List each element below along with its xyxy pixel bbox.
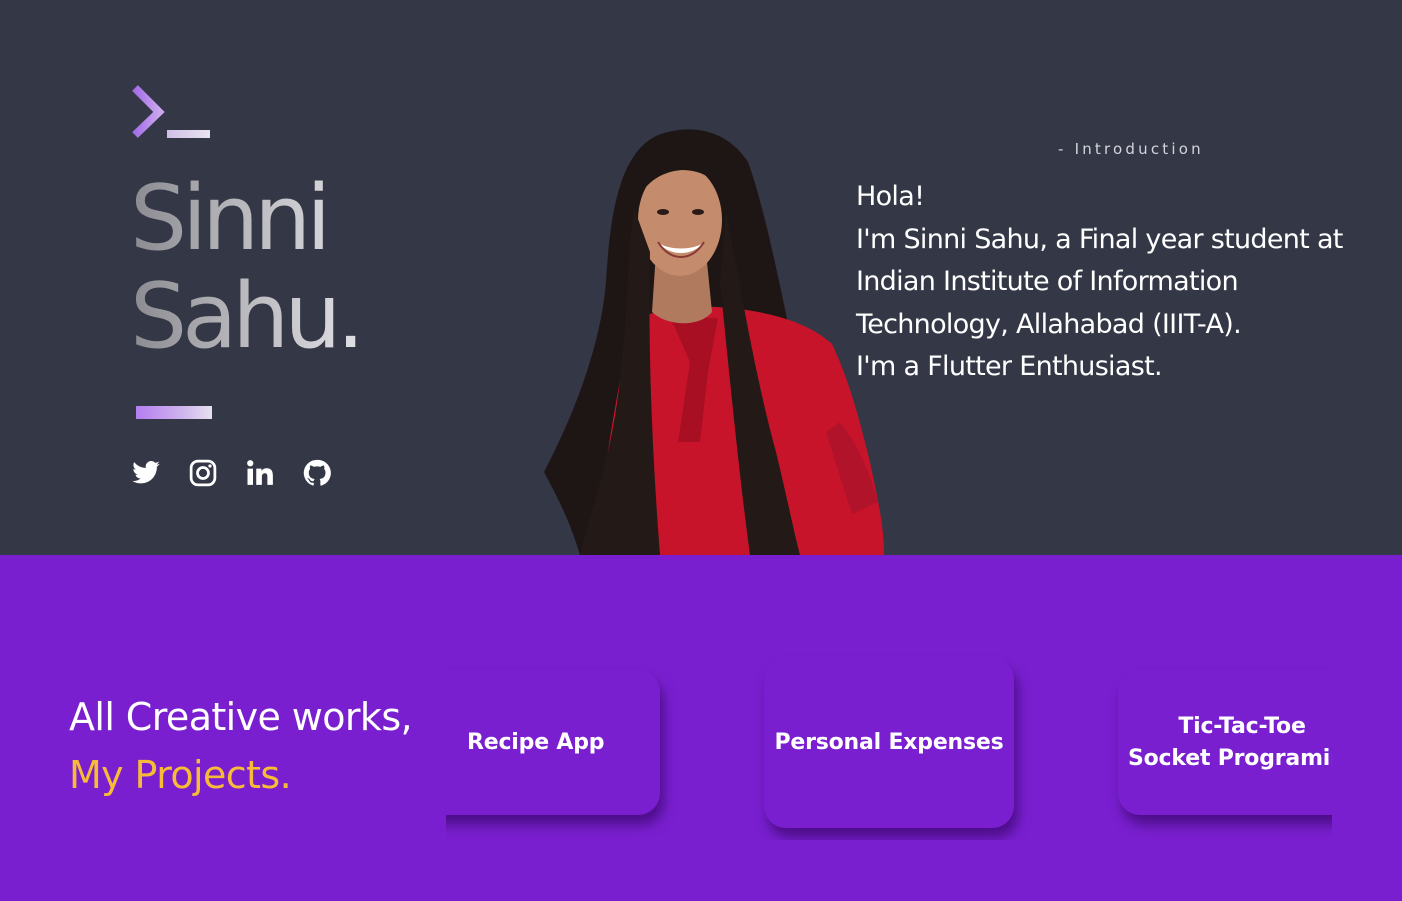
intro-line: I'm a Flutter Enthusiast. (856, 351, 1163, 382)
instagram-link[interactable] (187, 456, 219, 490)
instagram-icon (189, 459, 217, 487)
project-card-label: Socket Programing (1128, 745, 1332, 771)
intro-line: Technology, Allahabad (IIIT-A). (856, 308, 1242, 340)
projects-heading-line2: My Projects. (69, 753, 292, 797)
intro-line: I'm Sinni Sahu, a Final year student at (856, 223, 1343, 255)
projects-heading: All Creative works, My Projects. (69, 688, 413, 804)
first-name: Sinni (130, 166, 327, 271)
intro-line: Hola! (856, 181, 925, 212)
linkedin-icon (247, 460, 273, 485)
introduction-label: - Introduction (1058, 140, 1204, 158)
twitter-icon (132, 461, 160, 484)
linkedin-link[interactable] (244, 456, 276, 490)
projects-carousel[interactable]: Recipe App Personal Expenses Tic-Tac-Toe… (446, 640, 1332, 840)
project-card-label: Recipe App (467, 730, 605, 755)
name-underline (136, 406, 212, 419)
project-card-recipe-app[interactable]: Recipe App (446, 670, 660, 815)
intro-line: Indian Institute of Information (856, 266, 1239, 297)
social-links (130, 456, 333, 490)
project-card-tic-tac-toe[interactable]: Tic-Tac-Toe Socket Programing (1118, 670, 1332, 815)
last-name: Sahu. (130, 264, 360, 369)
portrait-photo (544, 129, 884, 555)
hero-name: Sinni Sahu. (130, 170, 360, 366)
project-card-personal-expenses[interactable]: Personal Expenses (764, 657, 1014, 828)
terminal-logo-icon (132, 85, 210, 138)
projects-heading-line1: All Creative works, (69, 695, 413, 739)
hero-section: Sinni Sahu. - Introduction Hola! I'm Sin… (0, 0, 1402, 555)
project-card-label: Tic-Tac-Toe (1178, 713, 1306, 739)
project-card-label: Personal Expenses (774, 730, 1004, 755)
twitter-link[interactable] (130, 456, 162, 490)
github-link[interactable] (301, 456, 333, 490)
github-icon (303, 459, 331, 486)
introduction-text: Hola! I'm Sinni Sahu, a Final year stude… (856, 176, 1396, 389)
